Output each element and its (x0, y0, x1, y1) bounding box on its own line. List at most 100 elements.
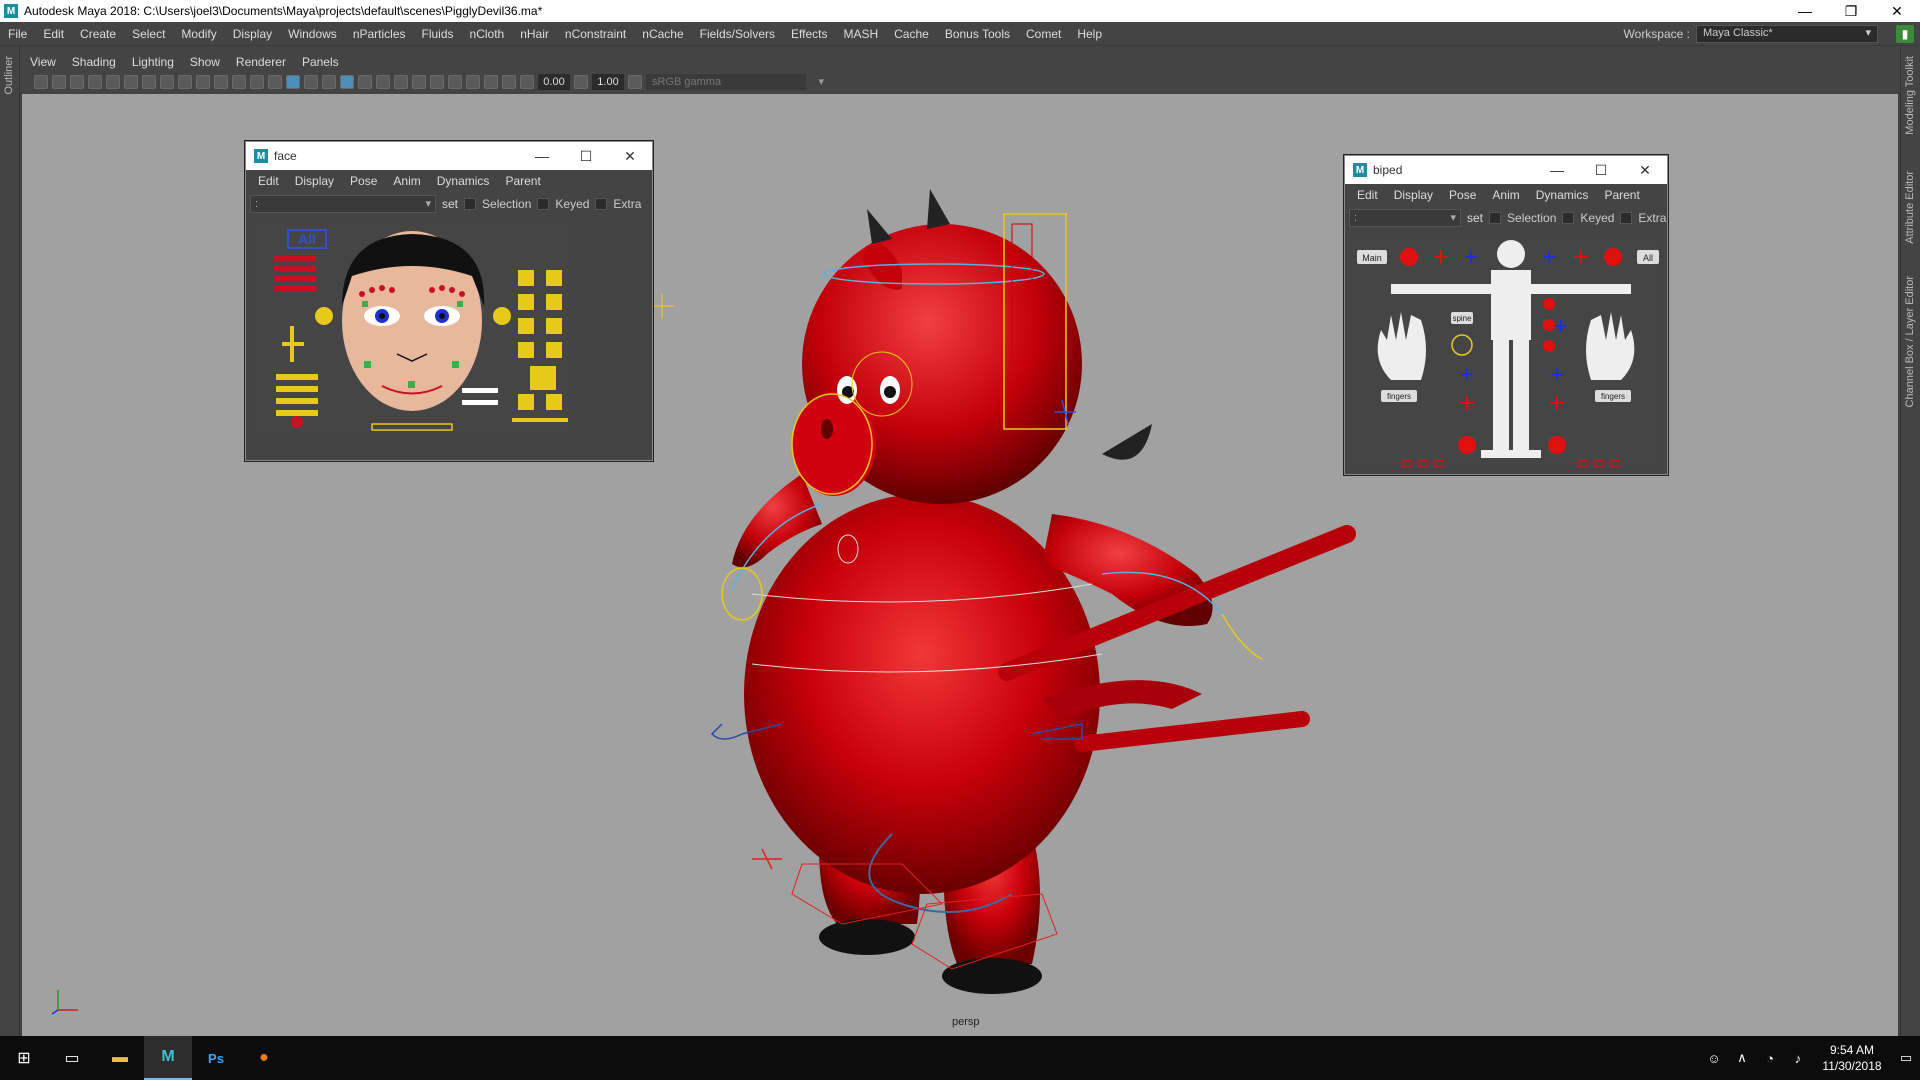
close-icon[interactable]: ✕ (1623, 156, 1667, 184)
menu-create[interactable]: Create (72, 27, 124, 41)
minimize-icon[interactable]: — (1535, 156, 1579, 184)
isolate-select-icon[interactable] (448, 75, 462, 89)
exposure-field[interactable]: 0.00 (538, 74, 570, 90)
pig-character-model[interactable] (732, 189, 1356, 994)
outliner-tab[interactable]: Outliner (3, 56, 15, 95)
panel-menu-lighting[interactable]: Lighting (124, 55, 182, 69)
clock[interactable]: 9:54 AM 11/30/2018 (1812, 1042, 1892, 1074)
face-menu-display[interactable]: Display (287, 174, 342, 188)
face-menu-dynamics[interactable]: Dynamics (429, 174, 498, 188)
camera-attributes-icon[interactable] (52, 75, 66, 89)
gamma-field[interactable]: 1.00 (592, 74, 624, 90)
maximize-icon[interactable]: ☐ (1579, 156, 1623, 184)
textured-icon[interactable] (340, 75, 354, 89)
lock-icon[interactable]: ▮ (1896, 25, 1914, 43)
menu-fluids[interactable]: Fluids (414, 27, 462, 41)
wireframe-icon[interactable] (268, 75, 282, 89)
file-explorer-icon[interactable]: ▬ (96, 1036, 144, 1080)
xray-icon[interactable] (466, 75, 480, 89)
biped-menu-dynamics[interactable]: Dynamics (1528, 188, 1597, 202)
biped-menu-edit[interactable]: Edit (1349, 188, 1386, 202)
menu-cache[interactable]: Cache (886, 27, 937, 41)
gate-mask-icon[interactable] (196, 75, 210, 89)
menu-bonus-tools[interactable]: Bonus Tools (937, 27, 1018, 41)
wireframe-on-shaded-icon[interactable] (322, 75, 336, 89)
field-chart-icon[interactable] (214, 75, 228, 89)
menu-modify[interactable]: Modify (173, 27, 224, 41)
use-lights-icon[interactable] (358, 75, 372, 89)
maximize-icon[interactable]: ☐ (564, 142, 608, 170)
menu-nparticles[interactable]: nParticles (345, 27, 414, 41)
biped-menu-pose[interactable]: Pose (1441, 188, 1484, 202)
menu-nconstraint[interactable]: nConstraint (557, 27, 634, 41)
extra-checkbox[interactable] (595, 198, 608, 210)
close-icon[interactable]: ✕ (608, 142, 652, 170)
grid-icon[interactable] (142, 75, 156, 89)
menu-edit[interactable]: Edit (35, 27, 72, 41)
biped-menu-anim[interactable]: Anim (1484, 188, 1527, 202)
panel-menu-renderer[interactable]: Renderer (228, 55, 294, 69)
task-view-icon[interactable]: ▭ (48, 1036, 96, 1080)
chevron-up-icon[interactable]: ∧ (1728, 1050, 1756, 1066)
minimize-icon[interactable]: — (520, 142, 564, 170)
photoshop-icon[interactable]: Ps (192, 1036, 240, 1080)
minimize-icon[interactable]: — (1782, 0, 1828, 22)
attribute-editor-tab[interactable]: Attribute Editor (1904, 171, 1916, 244)
menu-help[interactable]: Help (1069, 27, 1110, 41)
menu-windows[interactable]: Windows (280, 27, 345, 41)
set-button[interactable]: set (442, 197, 458, 211)
windows-start-icon[interactable]: ⊞ (0, 1036, 48, 1080)
safe-title-icon[interactable] (250, 75, 264, 89)
set-button[interactable]: set (1467, 211, 1483, 225)
selection-checkbox[interactable] (1489, 212, 1502, 224)
default-material-icon[interactable] (304, 75, 318, 89)
motion-blur-icon[interactable] (412, 75, 426, 89)
face-menu-edit[interactable]: Edit (250, 174, 287, 188)
panel-menu-show[interactable]: Show (182, 55, 228, 69)
biped-picker-canvas[interactable]: Main All spine fingers fingers (1351, 240, 1661, 468)
face-menu-pose[interactable]: Pose (342, 174, 385, 188)
maya-icon[interactable]: M (144, 1036, 192, 1080)
exposure-icon[interactable] (520, 75, 534, 89)
workspace-dropdown[interactable]: Maya Classic* (1696, 25, 1878, 43)
panel-menu-panels[interactable]: Panels (294, 55, 347, 69)
menu-effects[interactable]: Effects (783, 27, 835, 41)
people-icon[interactable]: ☺ (1700, 1051, 1728, 1066)
menu-ncache[interactable]: nCache (634, 27, 691, 41)
notifications-icon[interactable]: ▭ (1892, 1050, 1920, 1066)
namespace-dropdown[interactable]: : (1349, 209, 1461, 227)
keyed-checkbox[interactable] (537, 198, 550, 210)
panel-menu-view[interactable]: View (22, 55, 64, 69)
biped-menu-parent[interactable]: Parent (1596, 188, 1647, 202)
menu-mash[interactable]: MASH (835, 27, 886, 41)
network-icon[interactable]: ◔ (1756, 1051, 1784, 1066)
menu-fields-solvers[interactable]: Fields/Solvers (692, 27, 783, 41)
view-transform-dropdown[interactable]: sRGB gamma (646, 74, 824, 90)
face-menu-anim[interactable]: Anim (385, 174, 428, 188)
close-icon[interactable]: ✕ (1874, 0, 1920, 22)
ambient-occlusion-icon[interactable] (394, 75, 408, 89)
bookmark-icon[interactable] (70, 75, 84, 89)
menu-file[interactable]: File (0, 27, 35, 41)
color-management-icon[interactable] (628, 75, 642, 89)
twod-pan-zoom-icon[interactable] (106, 75, 120, 89)
restore-icon[interactable]: ❐ (1828, 0, 1874, 22)
menu-ncloth[interactable]: nCloth (462, 27, 513, 41)
menu-select[interactable]: Select (124, 27, 173, 41)
safe-action-icon[interactable] (232, 75, 246, 89)
shadows-icon[interactable] (376, 75, 390, 89)
namespace-dropdown[interactable]: : (250, 195, 436, 213)
face-picker-canvas[interactable]: All (252, 226, 572, 434)
modeling-toolkit-tab[interactable]: Modeling Toolkit (1904, 56, 1916, 135)
xray-components-icon[interactable] (502, 75, 516, 89)
firefox-icon[interactable]: ● (240, 1036, 288, 1080)
volume-icon[interactable]: ♪ (1784, 1051, 1812, 1066)
keyed-checkbox[interactable] (1562, 212, 1575, 224)
smooth-shade-icon[interactable] (286, 75, 300, 89)
biped-menu-display[interactable]: Display (1386, 188, 1441, 202)
xray-joints-icon[interactable] (484, 75, 498, 89)
face-menu-parent[interactable]: Parent (497, 174, 548, 188)
menu-nhair[interactable]: nHair (512, 27, 557, 41)
selection-checkbox[interactable] (464, 198, 477, 210)
image-plane-icon[interactable] (88, 75, 102, 89)
